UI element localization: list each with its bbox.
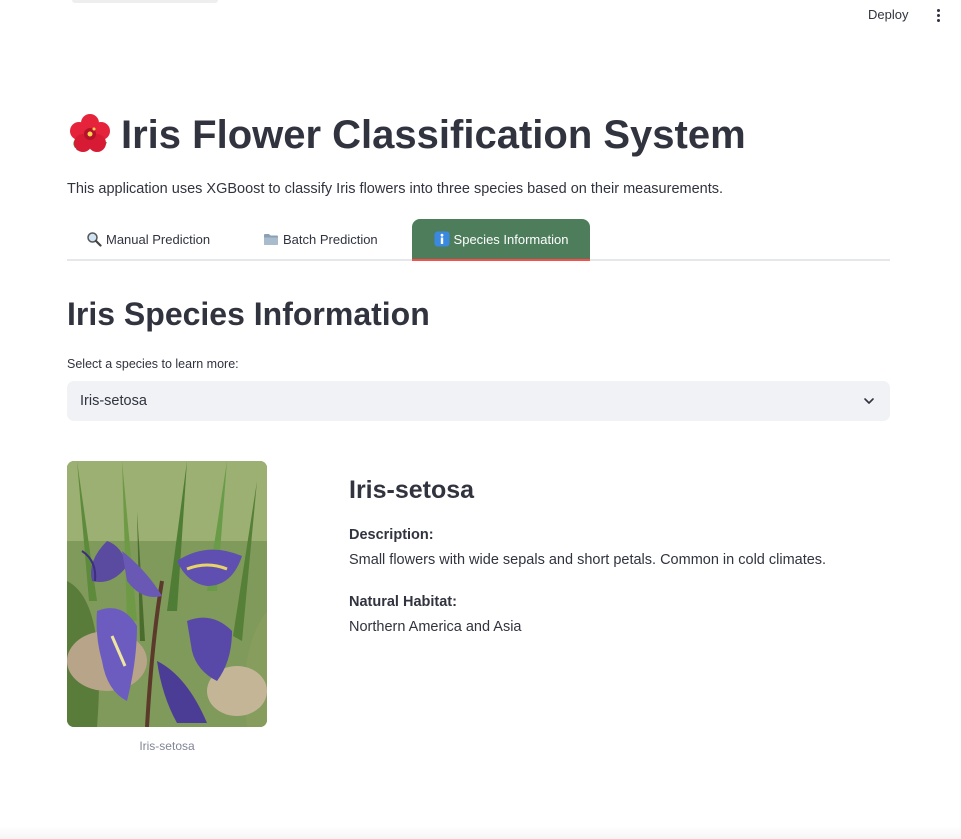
info-icon — [434, 231, 450, 247]
toolbar-fade — [72, 0, 218, 3]
image-caption: Iris-setosa — [139, 739, 195, 753]
habitat-label: Natural Habitat: — [349, 594, 457, 610]
folder-icon — [264, 234, 278, 245]
habitat-text: Northern America and Asia — [349, 619, 522, 635]
tab-batch-prediction[interactable]: Batch Prediction — [263, 219, 378, 259]
tab-label: Manual Prediction — [106, 231, 211, 247]
species-select[interactable]: Iris-setosa — [67, 381, 890, 421]
species-select-value: Iris-setosa — [80, 393, 147, 409]
hibiscus-icon — [70, 114, 110, 152]
tab-label: Batch Prediction — [283, 231, 378, 247]
app-title: Iris Flower Classification System — [121, 112, 746, 157]
bottom-fade — [0, 826, 961, 839]
species-name-heading: Iris-setosa — [349, 476, 475, 504]
chevron-down-icon — [864, 398, 874, 404]
tab-label: Species Information — [453, 231, 569, 247]
more-vertical-icon[interactable] — [928, 4, 948, 26]
tab-manual-prediction[interactable]: Manual Prediction — [86, 219, 210, 259]
description-text: Small flowers with wide sepals and short… — [349, 552, 827, 568]
species-image — [67, 461, 267, 727]
section-title: Iris Species Information — [67, 296, 430, 332]
description-label: Description: — [349, 527, 434, 543]
top-bar: Deploy — [0, 0, 961, 30]
app-description: This application uses XGBoost to classif… — [67, 181, 724, 197]
page-title: Iris Flower Classification System — [67, 110, 746, 160]
deploy-button[interactable]: Deploy — [858, 4, 918, 26]
tab-bar: Manual Prediction Batch Prediction Speci… — [67, 219, 890, 261]
tab-species-information[interactable]: Species Information — [412, 219, 590, 261]
species-select-label: Select a species to learn more: — [67, 357, 239, 371]
magnifier-icon — [87, 232, 102, 247]
